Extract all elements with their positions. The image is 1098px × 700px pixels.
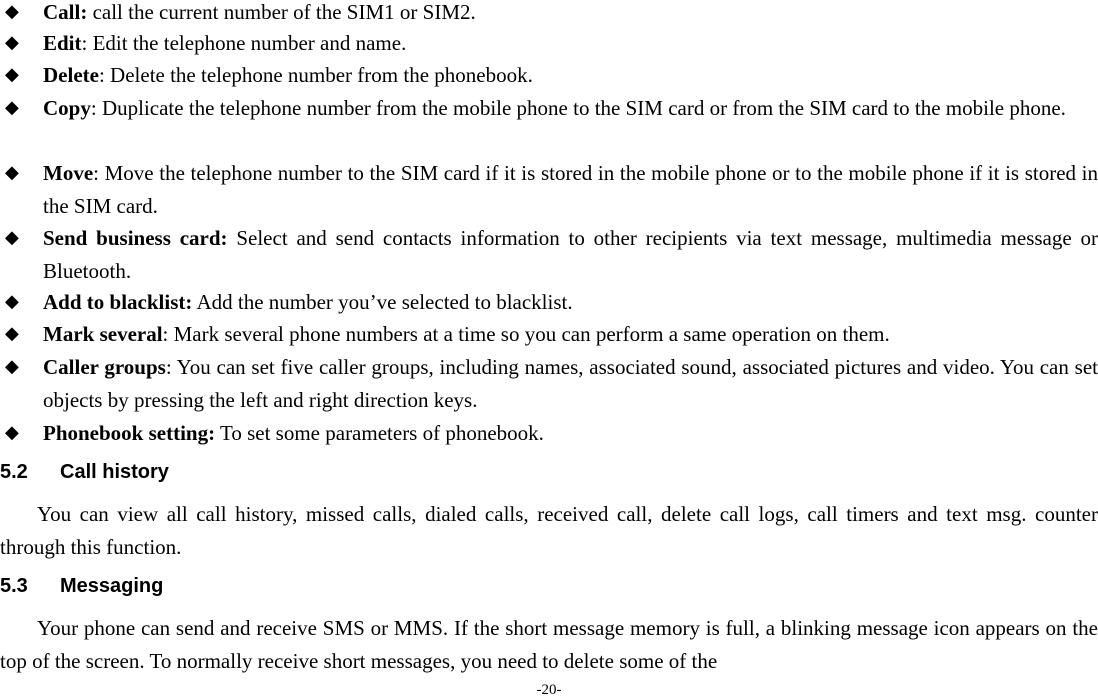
section-number: 5.3 — [0, 575, 28, 597]
bullet-desc: : Edit the telephone number and name. — [81, 31, 407, 55]
bullet-item-call: ◆ Call: call the current number of the S… — [0, 0, 1098, 29]
black-diamond-icon: ◆ — [5, 32, 19, 53]
bullet-desc: : Move the telephone number to the SIM c… — [43, 161, 1098, 218]
bullet-item-edit: ◆ Edit: Edit the telephone number and na… — [0, 27, 1098, 60]
black-diamond-icon: ◆ — [5, 162, 19, 183]
bullet-term: Mark several — [43, 322, 163, 346]
bullet-desc: : You can set five caller groups, includ… — [43, 355, 1098, 412]
bullet-item-copy: ◆ Copy: Duplicate the telephone number f… — [0, 92, 1098, 125]
black-diamond-icon: ◆ — [5, 227, 19, 248]
page-number: -20- — [536, 682, 562, 698]
bullet-term: Caller groups — [43, 355, 166, 379]
bullet-desc: To set some parameters of phonebook. — [215, 421, 544, 445]
document-page: ◆ Call: call the current number of the S… — [0, 0, 1098, 700]
black-diamond-icon: ◆ — [5, 323, 19, 344]
bullet-desc: call the current number of the SIM1 or S… — [87, 0, 476, 24]
bullet-item-send-business-card: ◆ Send business card: Select and send co… — [0, 222, 1098, 287]
bullet-term: Copy — [43, 96, 91, 120]
bullet-term: Edit — [43, 31, 82, 55]
section-body-messaging: Your phone can send and receive SMS or M… — [0, 616, 1098, 673]
bullet-desc: : Mark several phone numbers at a time s… — [162, 322, 890, 346]
black-diamond-icon: ◆ — [5, 291, 19, 312]
bullet-term: Phonebook setting: — [43, 421, 216, 445]
black-diamond-icon: ◆ — [5, 356, 19, 377]
bullet-item-caller-groups: ◆ Caller groups: You can set five caller… — [0, 351, 1098, 416]
bullet-item-phonebook-setting: ◆ Phonebook setting: To set some paramet… — [0, 417, 1098, 450]
bullet-term: Add to blacklist: — [43, 290, 193, 314]
black-diamond-icon: ◆ — [5, 97, 19, 118]
bullet-item-delete: ◆ Delete: Delete the telephone number fr… — [0, 59, 1098, 92]
section-heading-messaging: 5.3 Messaging — [0, 575, 163, 598]
black-diamond-icon: ◆ — [5, 422, 19, 443]
bullet-term: Call: — [43, 0, 88, 24]
bullet-term: Delete — [43, 63, 99, 87]
bullet-term: Move — [43, 161, 94, 185]
black-diamond-icon: ◆ — [5, 64, 19, 85]
bullet-item-move: ◆ Move: Move the telephone number to the… — [0, 157, 1098, 222]
bullet-item-add-to-blacklist: ◆ Add to blacklist: Add the number you’v… — [0, 286, 1098, 319]
bullet-term: Send business card: — [43, 226, 228, 250]
section-title: Call history — [60, 461, 169, 483]
section-heading-call-history: 5.2 Call history — [0, 461, 169, 484]
section-number: 5.2 — [0, 461, 28, 483]
bullet-desc: : Delete the telephone number from the p… — [98, 63, 533, 87]
section-body-call-history: You can view all call history, missed ca… — [0, 502, 1098, 559]
black-diamond-icon: ◆ — [5, 1, 19, 22]
bullet-item-mark-several: ◆ Mark several: Mark several phone numbe… — [0, 318, 1098, 351]
bullet-desc: : Duplicate the telephone number from th… — [90, 96, 1066, 120]
bullet-desc: Add the number you’ve selected to blackl… — [192, 290, 573, 314]
section-title: Messaging — [60, 575, 164, 597]
